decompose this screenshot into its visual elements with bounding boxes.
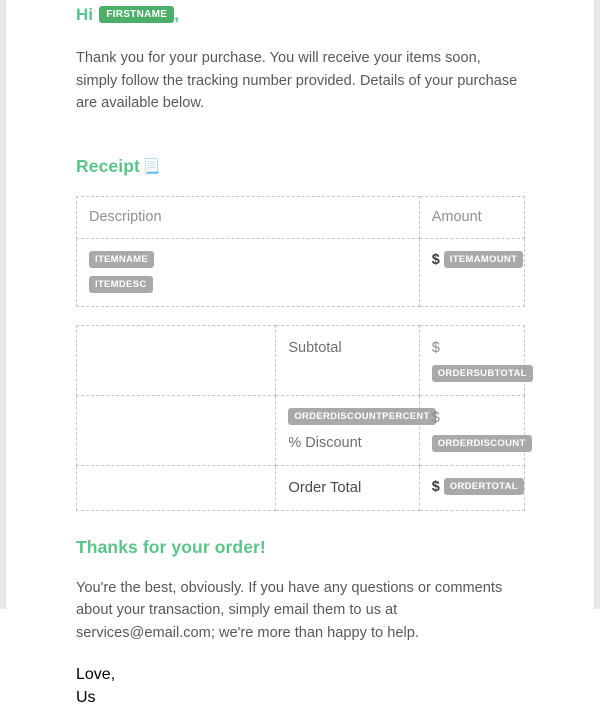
merge-tag-ordertotal[interactable]: ORDERTOTAL <box>444 478 524 495</box>
order-total-label-content: Order Total <box>276 466 418 510</box>
email-preview-page: Hi FIRSTNAME, Thank you for your purchase… <box>0 0 600 609</box>
discount-label-content: ORDERDISCOUNTPERCENT % Discount <box>276 396 418 465</box>
item-name-line: ITEMNAME <box>89 251 408 269</box>
receipt-heading-text: Receipt <box>76 156 140 176</box>
merge-tag-itemname[interactable]: ITEMNAME <box>89 251 154 268</box>
greeting-comma: , <box>174 5 179 24</box>
item-amount-content: $ITEMAMOUNT <box>420 239 524 281</box>
thanks-heading: Thanks for your order! <box>76 511 525 558</box>
item-description-content: ITEMNAME ITEMDESC <box>77 239 419 306</box>
totals-spacer-cell <box>77 325 276 395</box>
column-header-amount-text: Amount <box>420 197 524 238</box>
receipt-items-table: Description Amount ITEMNAME ITEMDESC $ <box>76 196 525 307</box>
item-desc-line: ITEMDESC <box>89 276 408 294</box>
left-edge-strip <box>0 0 6 609</box>
subtotal-value-cell: $ ORDERSUBTOTAL <box>419 325 524 395</box>
table-row: Subtotal $ ORDERSUBTOTAL <box>77 325 525 395</box>
totals-spacer-cell <box>77 395 276 465</box>
order-total-label: Order Total <box>288 480 361 496</box>
merge-tag-orderdiscount[interactable]: ORDERDISCOUNT <box>432 435 532 452</box>
discount-label: % Discount <box>288 433 407 453</box>
merge-tag-ordersubtotal[interactable]: ORDERSUBTOTAL <box>432 365 533 382</box>
item-amount-cell: $ITEMAMOUNT <box>419 238 524 306</box>
column-header-amount: Amount <box>419 196 524 238</box>
subtotal-value-line: ORDERSUBTOTAL <box>432 365 513 383</box>
merge-tag-orderdiscountpercent[interactable]: ORDERDISCOUNTPERCENT <box>288 408 435 425</box>
intro-paragraph: Thank you for your purchase. You will re… <box>76 27 525 115</box>
column-header-description: Description <box>77 196 420 238</box>
merge-tag-itemamount[interactable]: ITEMAMOUNT <box>444 251 523 268</box>
item-description-cell: ITEMNAME ITEMDESC <box>77 238 420 306</box>
discount-value-line: ORDERDISCOUNT <box>432 435 513 453</box>
discount-value-cell: $ ORDERDISCOUNT <box>419 395 524 465</box>
table-header-row: Description Amount <box>77 196 525 238</box>
discount-label-cell: ORDERDISCOUNTPERCENT % Discount <box>276 395 419 465</box>
subtotal-currency-symbol: $ <box>432 338 513 358</box>
table-row: Order Total $ORDERTOTAL <box>77 465 525 510</box>
signature-line-1: Love, <box>76 664 525 687</box>
column-header-description-text: Description <box>77 197 419 238</box>
totals-spacer-cell <box>77 465 276 510</box>
greeting-salutation: Hi <box>76 5 93 24</box>
discount-value-content: $ ORDERDISCOUNT <box>420 396 524 465</box>
item-currency-symbol: $ <box>432 252 440 268</box>
right-edge-strip <box>594 0 600 609</box>
discount-currency-symbol: $ <box>432 408 513 428</box>
order-total-value-cell: $ORDERTOTAL <box>419 465 524 510</box>
receipt-totals-table: Subtotal $ ORDERSUBTOTAL ORDERD <box>76 325 525 511</box>
receipt-heading: Receipt📃 <box>76 115 525 177</box>
greeting-line: Hi FIRSTNAME, <box>76 0 525 27</box>
signature-line-2: Us <box>76 687 525 709</box>
order-total-currency-symbol: $ <box>432 479 440 495</box>
subtotal-label: Subtotal <box>288 338 407 358</box>
email-content-area: Hi FIRSTNAME, Thank you for your purchase… <box>7 0 593 609</box>
closing-paragraph: You're the best, obviously. If you have … <box>76 558 525 645</box>
receipt-page-icon: 📃 <box>140 158 161 174</box>
subtotal-label-cell: Subtotal <box>276 325 419 395</box>
discount-percent-line: ORDERDISCOUNTPERCENT <box>288 408 407 426</box>
order-total-value-content: $ORDERTOTAL <box>420 466 524 508</box>
order-total-label-cell: Order Total <box>276 465 419 510</box>
signature-block: Love, Us <box>76 644 525 709</box>
merge-tag-itemdesc[interactable]: ITEMDESC <box>89 276 153 293</box>
table-row: ORDERDISCOUNTPERCENT % Discount $ ORDERD… <box>77 395 525 465</box>
subtotal-label-content: Subtotal <box>276 326 418 370</box>
merge-tag-firstname[interactable]: FIRSTNAME <box>99 6 174 23</box>
table-row: ITEMNAME ITEMDESC $ITEMAMOUNT <box>77 238 525 306</box>
subtotal-value-content: $ ORDERSUBTOTAL <box>420 326 524 395</box>
